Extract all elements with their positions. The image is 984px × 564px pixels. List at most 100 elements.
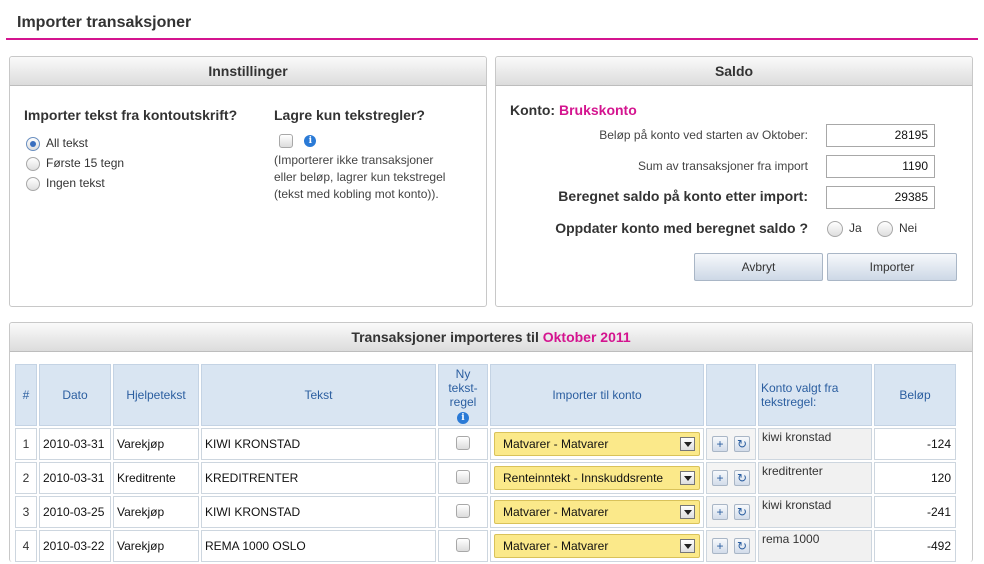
radio-option-all-text[interactable]: All tekst <box>26 136 88 151</box>
account-select-value: Renteinntekt - Innskuddsrente <box>503 471 664 485</box>
row-account-cell: Matvarer - Matvarer <box>490 530 704 562</box>
radio-option-first-15[interactable]: Første 15 tegn <box>26 156 124 171</box>
col-header-text: Tekst <box>201 364 436 426</box>
new-rule-checkbox[interactable] <box>456 435 470 450</box>
col-header-new-rule-line: Ny <box>455 366 471 381</box>
start-balance-field[interactable]: 28195 <box>826 124 935 147</box>
page-header: Importer transaksjoner <box>6 0 978 40</box>
row-amount: -124 <box>874 428 956 460</box>
row-text: REMA 1000 OSLO <box>201 530 436 562</box>
row-help-text: Varekjøp <box>113 530 199 562</box>
rules-note-line: eller beløp, lagrer kun tekstregel <box>274 170 446 184</box>
radio-label: All tekst <box>46 136 89 150</box>
new-rule-checkbox[interactable] <box>456 537 470 552</box>
col-header-num: # <box>15 364 37 426</box>
radio-label: Ja <box>849 221 862 236</box>
import-button[interactable]: Importer <box>827 253 957 281</box>
saldo-panel-title: Saldo <box>496 57 972 86</box>
rules-note-line: (Importerer ikke transaksjoner <box>274 153 434 167</box>
row-actions: + ↻ <box>706 428 756 460</box>
row-date: 2010-03-22 <box>39 530 111 562</box>
update-yes-option[interactable]: Ja <box>827 221 862 237</box>
add-icon[interactable]: + <box>712 504 728 520</box>
row-new-rule-cell <box>438 530 488 562</box>
account-line: Konto: Brukskonto <box>510 102 637 118</box>
col-header-rule-account-line: tekstregel: <box>761 395 817 409</box>
radio-no[interactable] <box>877 221 893 237</box>
calculated-balance-label: Beregnet saldo på konto etter import: <box>558 188 808 204</box>
row-rule-account: kreditrenter <box>758 462 872 494</box>
calculated-balance-field[interactable]: 29385 <box>826 186 935 209</box>
row-num: 1 <box>15 428 37 460</box>
row-num: 4 <box>15 530 37 562</box>
account-select-value: Matvarer - Matvarer <box>503 437 609 451</box>
new-rule-checkbox[interactable] <box>456 469 470 484</box>
row-amount: -241 <box>874 496 956 528</box>
new-rule-checkbox[interactable] <box>456 503 470 518</box>
col-header-import-to: Importer til konto <box>490 364 704 426</box>
account-name: Brukskonto <box>558 102 637 118</box>
chevron-down-icon[interactable] <box>680 539 695 553</box>
radio-label: Ingen tekst <box>46 176 105 190</box>
settings-panel: Innstillinger Importer tekst fra kontout… <box>9 56 487 307</box>
col-header-help: Hjelpetekst <box>113 364 199 426</box>
row-help-text: Kreditrente <box>113 462 199 494</box>
row-rule-account: kiwi kronstad <box>758 496 872 528</box>
col-header-new-rule-line: regel <box>449 394 477 409</box>
saldo-panel: Saldo Konto: Brukskonto Beløp på konto v… <box>495 56 973 307</box>
row-actions: + ↻ <box>706 462 756 494</box>
account-select[interactable]: Matvarer - Matvarer <box>494 432 700 456</box>
account-select[interactable]: Matvarer - Matvarer <box>494 534 700 558</box>
settings-panel-title: Innstillinger <box>10 57 486 86</box>
radio-no-text[interactable] <box>26 176 40 191</box>
add-icon[interactable]: + <box>712 436 728 452</box>
radio-all-text[interactable] <box>26 136 40 151</box>
import-sum-field[interactable]: 1190 <box>826 155 935 178</box>
import-text-question: Importer tekst fra kontoutskrift? <box>24 107 238 123</box>
row-actions: + ↻ <box>706 530 756 562</box>
start-balance-label: Beløp på konto ved starten av Oktober: <box>599 128 808 142</box>
table-row: 3 2010-03-25 Varekjøp KIWI KRONSTAD Matv… <box>15 496 956 528</box>
account-select[interactable]: Renteinntekt - Innskuddsrente <box>494 466 700 490</box>
row-rule-account: rema 1000 <box>758 530 872 562</box>
row-help-text: Varekjøp <box>113 496 199 528</box>
row-date: 2010-03-31 <box>39 428 111 460</box>
chevron-down-icon[interactable] <box>680 471 695 485</box>
add-icon[interactable]: + <box>712 538 728 554</box>
row-account-cell: Matvarer - Matvarer <box>490 428 704 460</box>
row-date: 2010-03-25 <box>39 496 111 528</box>
update-no-option[interactable]: Nei <box>877 221 917 237</box>
radio-label: Første 15 tegn <box>46 156 125 170</box>
row-account-cell: Renteinntekt - Innskuddsrente <box>490 462 704 494</box>
row-num: 3 <box>15 496 37 528</box>
update-balance-label: Oppdater konto med beregnet saldo ? <box>555 220 808 236</box>
rules-note-line: (tekst med kobling mot konto)). <box>274 187 439 201</box>
radio-option-no-text[interactable]: Ingen tekst <box>26 176 105 191</box>
account-select[interactable]: Matvarer - Matvarer <box>494 500 700 524</box>
chevron-down-icon[interactable] <box>680 437 695 451</box>
radio-label: Nei <box>899 221 918 236</box>
rules-only-checkbox[interactable] <box>279 133 293 148</box>
account-label: Konto: <box>510 102 556 118</box>
rules-note: (Importerer ikke transaksjoner eller bel… <box>274 152 484 203</box>
col-header-actions <box>706 364 756 426</box>
add-icon[interactable]: + <box>712 470 728 486</box>
radio-first-15[interactable] <box>26 156 40 171</box>
row-actions: + ↻ <box>706 496 756 528</box>
radio-yes[interactable] <box>827 221 843 237</box>
col-header-new-rule: Ny tekst- regel i <box>438 364 488 426</box>
refresh-icon[interactable]: ↻ <box>734 538 750 554</box>
refresh-icon[interactable]: ↻ <box>734 504 750 520</box>
info-icon[interactable]: i <box>457 411 469 424</box>
rules-question: Lagre kun tekstregler? <box>274 107 425 123</box>
col-header-amount: Beløp <box>874 364 956 426</box>
info-icon[interactable]: i <box>304 134 317 147</box>
chevron-down-icon[interactable] <box>680 505 695 519</box>
table-row: 2 2010-03-31 Kreditrente KREDITRENTER Re… <box>15 462 956 494</box>
table-row: 4 2010-03-22 Varekjøp REMA 1000 OSLO Mat… <box>15 530 956 562</box>
row-num: 2 <box>15 462 37 494</box>
refresh-icon[interactable]: ↻ <box>734 436 750 452</box>
cancel-button[interactable]: Avbryt <box>694 253 823 281</box>
refresh-icon[interactable]: ↻ <box>734 470 750 486</box>
row-rule-account: kiwi kronstad <box>758 428 872 460</box>
